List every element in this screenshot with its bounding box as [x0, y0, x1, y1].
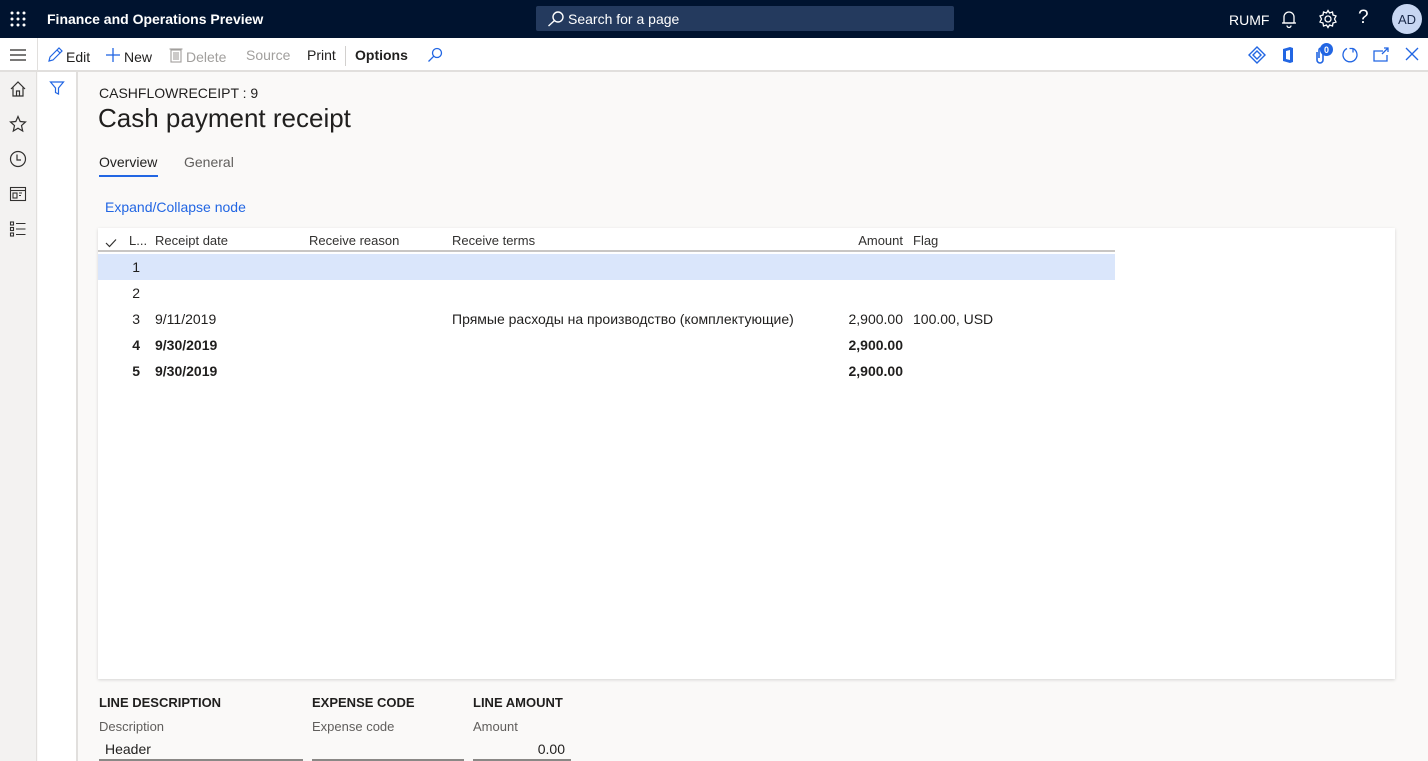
cell-amount: 2,900.00	[848, 311, 904, 327]
expense-code-label: Expense code	[312, 719, 395, 734]
column-header-receive-reason[interactable]: Receive reason	[309, 233, 399, 248]
action-pane: Edit New Delete Source Print Options 0	[0, 38, 1428, 72]
source-button[interactable]: Source	[246, 47, 290, 63]
line-amount-heading: LINE AMOUNT	[473, 695, 563, 710]
print-button[interactable]: Print	[307, 47, 336, 63]
delete-button[interactable]: Delete	[169, 47, 226, 66]
column-header-receipt-date[interactable]: Receipt date	[155, 233, 228, 248]
active-tab-indicator	[99, 175, 158, 177]
close-icon[interactable]	[1404, 46, 1424, 64]
action-search-button[interactable]	[427, 47, 443, 66]
table-row[interactable]: 1	[98, 254, 1115, 280]
favorites-icon[interactable]	[9, 115, 27, 133]
gear-icon[interactable]	[1318, 9, 1338, 29]
top-navigation-bar: Finance and Operations Preview Search fo…	[0, 0, 1428, 38]
source-label: Source	[246, 47, 291, 63]
cell-flag: 100.00, USD	[913, 311, 994, 327]
options-label: Options	[355, 47, 408, 63]
app-title[interactable]: Finance and Operations Preview	[47, 11, 263, 27]
grid-header: L... Receipt date Receive reason Receive…	[98, 228, 1115, 252]
cell-line: 3	[132, 311, 140, 327]
table-row[interactable]: 3 9/11/2019 Прямые расходы на производство…	[98, 306, 1115, 332]
expand-collapse-node-link[interactable]: Expand/Collapse node	[105, 199, 246, 215]
column-header-receive-terms[interactable]: Receive terms	[452, 233, 535, 248]
table-row[interactable]: 5 9/30/2019 2,900.00	[98, 358, 1115, 384]
search-icon	[427, 47, 443, 66]
cell-receipt-date: 9/30/2019	[155, 363, 218, 379]
table-row[interactable]: 2	[98, 280, 1115, 306]
line-description-heading: LINE DESCRIPTION	[99, 695, 222, 710]
column-header-flag[interactable]: Flag	[913, 233, 938, 248]
open-new-window-icon[interactable]	[1372, 46, 1392, 64]
cell-amount: 2,900.00	[848, 363, 904, 379]
modules-icon[interactable]	[9, 220, 27, 238]
tab-general[interactable]: General	[184, 154, 234, 170]
navigation-pane	[0, 72, 37, 761]
filter-icon[interactable]	[49, 80, 65, 96]
receipt-lines-grid: L... Receipt date Receive reason Receive…	[98, 228, 1395, 679]
new-button[interactable]: New	[105, 47, 152, 66]
column-header-amount[interactable]: Amount	[858, 233, 903, 248]
expense-code-heading: EXPENSE CODE	[312, 695, 415, 710]
tab-overview[interactable]: Overview	[99, 154, 157, 170]
amount-label: Amount	[473, 719, 518, 734]
pencil-icon	[47, 47, 63, 66]
cell-receipt-date: 9/30/2019	[155, 337, 218, 353]
company-picker[interactable]: RUMF	[1229, 12, 1269, 28]
plus-icon	[105, 47, 121, 66]
expense-code-field[interactable]	[312, 738, 464, 761]
attachments-count-badge: 0	[1320, 43, 1333, 56]
table-row[interactable]: 4 9/30/2019 2,900.00	[98, 332, 1115, 358]
avatar[interactable]: AD	[1392, 4, 1422, 34]
recent-icon[interactable]	[9, 150, 27, 168]
home-icon[interactable]	[9, 80, 27, 98]
edit-button[interactable]: Edit	[47, 47, 90, 66]
column-header-line[interactable]: L...	[129, 233, 147, 248]
search-input[interactable]: Search for a page	[536, 6, 954, 31]
power-apps-icon[interactable]	[1248, 46, 1268, 64]
bell-icon[interactable]	[1279, 9, 1299, 29]
description-field[interactable]: Header	[99, 738, 303, 761]
divider	[37, 38, 38, 72]
select-all-checkmark-icon[interactable]	[105, 235, 117, 248]
cell-line: 1	[132, 259, 140, 275]
print-label: Print	[307, 47, 336, 63]
cell-amount: 2,900.00	[848, 337, 904, 353]
record-caption: CASHFLOWRECEIPT : 9	[99, 85, 259, 101]
cell-receive-terms: Прямые расходы на производство (комплект…	[452, 311, 794, 327]
description-label: Description	[99, 719, 165, 734]
cell-line: 4	[132, 337, 140, 353]
refresh-icon[interactable]	[1341, 46, 1361, 64]
delete-label: Delete	[186, 48, 227, 65]
filter-pane	[38, 72, 78, 761]
office-icon[interactable]	[1281, 46, 1301, 64]
page-title: Cash payment receipt	[98, 103, 351, 133]
trash-icon	[169, 47, 183, 66]
cell-line: 2	[132, 285, 140, 301]
new-label: New	[124, 48, 153, 65]
search-icon	[547, 11, 565, 30]
help-icon[interactable]: ?	[1358, 7, 1378, 28]
search-placeholder: Search for a page	[568, 11, 680, 27]
cell-line: 5	[132, 363, 140, 379]
waffle-icon[interactable]	[9, 10, 27, 28]
edit-label: Edit	[66, 48, 91, 65]
options-button[interactable]: Options	[355, 47, 408, 63]
menu-icon[interactable]	[9, 48, 27, 62]
amount-field[interactable]: 0.00	[473, 738, 571, 761]
workspaces-icon[interactable]	[9, 185, 27, 203]
cell-receipt-date: 9/11/2019	[155, 311, 217, 327]
divider	[345, 46, 346, 66]
